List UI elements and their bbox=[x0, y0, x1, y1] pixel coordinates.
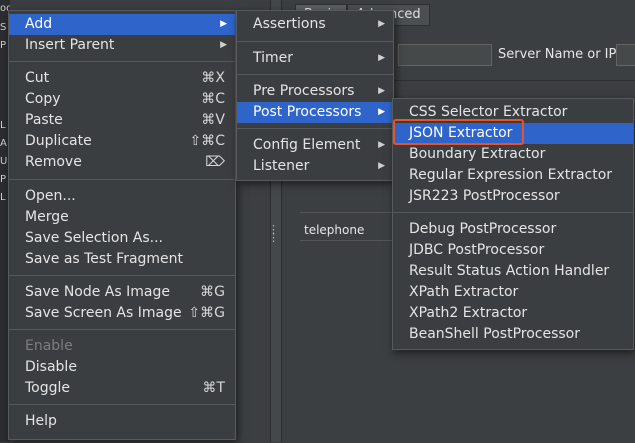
menu-item-boundary-extractor[interactable]: Boundary Extractor bbox=[393, 144, 633, 165]
menu-item-timer[interactable]: Timer ▶ bbox=[237, 48, 393, 69]
menu-item-label: Add bbox=[25, 16, 53, 32]
submenu-arrow-icon: ▶ bbox=[378, 53, 385, 63]
menu-item-debug-postprocessor[interactable]: Debug PostProcessor bbox=[393, 219, 633, 240]
menu-item-label: Remove bbox=[25, 154, 82, 170]
menu-item-copy[interactable]: Copy ⌘C bbox=[9, 89, 235, 110]
menu-item-label: Cut bbox=[25, 70, 50, 86]
menu-separator bbox=[9, 179, 235, 180]
menu-item-jdbc-postprocessor[interactable]: JDBC PostProcessor bbox=[393, 240, 633, 261]
menu-item-label: Pre Processors bbox=[253, 83, 355, 99]
menu-item-label: Result Status Action Handler bbox=[409, 263, 610, 279]
menu-item-label: JDBC PostProcessor bbox=[409, 242, 545, 258]
menu-item-label: Enable bbox=[25, 338, 73, 354]
menu-item-duplicate[interactable]: Duplicate ⇧⌘C bbox=[9, 131, 235, 152]
menu-item-label: Open... bbox=[25, 188, 76, 204]
server-name-field[interactable] bbox=[616, 44, 635, 66]
menu-item-regular-expression-extractor[interactable]: Regular Expression Extractor bbox=[393, 165, 633, 186]
context-menu: Add ▶ Insert Parent ▶ Cut ⌘X Copy ⌘C Pas… bbox=[8, 10, 236, 440]
submenu-arrow-icon: ▶ bbox=[378, 19, 385, 29]
menu-item-listener[interactable]: Listener ▶ bbox=[237, 156, 393, 177]
add-submenu: Assertions ▶ Timer ▶ Pre Processors ▶ Po… bbox=[236, 10, 394, 181]
menu-item-config-element[interactable]: Config Element ▶ bbox=[237, 135, 393, 156]
menu-separator bbox=[393, 212, 633, 213]
submenu-arrow-icon: ▶ bbox=[220, 19, 227, 29]
menu-separator bbox=[9, 61, 235, 62]
menu-item-label: Save Node As Image bbox=[25, 284, 170, 300]
menu-item-label: Toggle bbox=[25, 380, 71, 396]
server-name-label: Server Name or IP: bbox=[498, 47, 621, 62]
menu-item-toggle[interactable]: Toggle ⌘T bbox=[9, 378, 235, 399]
shortcut-label: ⌘C bbox=[201, 91, 225, 107]
shortcut-label: ⇧⌘G bbox=[188, 305, 225, 321]
submenu-arrow-icon: ▶ bbox=[378, 140, 385, 150]
menu-item-save-selection-as[interactable]: Save Selection As... bbox=[9, 228, 235, 249]
menu-item-result-status-action-handler[interactable]: Result Status Action Handler bbox=[393, 261, 633, 282]
menu-item-paste[interactable]: Paste ⌘V bbox=[9, 110, 235, 131]
menu-item-label: Regular Expression Extractor bbox=[409, 167, 613, 183]
shortcut-label: ⌘V bbox=[201, 112, 225, 128]
menu-item-assertions[interactable]: Assertions ▶ bbox=[237, 14, 393, 35]
divider-grip-icon[interactable]: ⋮ ⋮ bbox=[268, 224, 279, 243]
delete-key-icon: ⌦ bbox=[205, 154, 225, 170]
menu-item-label: CSS Selector Extractor bbox=[409, 104, 568, 120]
menu-item-label: XPath2 Extractor bbox=[409, 305, 528, 321]
menu-separator bbox=[237, 128, 393, 129]
menu-item-remove[interactable]: Remove ⌦ bbox=[9, 152, 235, 173]
menu-item-label: Boundary Extractor bbox=[409, 146, 546, 162]
menu-item-help[interactable]: Help bbox=[9, 411, 235, 432]
submenu-arrow-icon: ▶ bbox=[378, 161, 385, 171]
menu-item-insert-parent[interactable]: Insert Parent ▶ bbox=[9, 35, 235, 56]
protocol-field[interactable] bbox=[398, 44, 492, 66]
menu-item-label: Listener bbox=[253, 158, 310, 174]
menu-item-label: BeanShell PostProcessor bbox=[409, 326, 580, 342]
menu-item-label: Assertions bbox=[253, 16, 326, 32]
menu-item-label: Duplicate bbox=[25, 133, 92, 149]
menu-item-beanshell-postprocessor[interactable]: BeanShell PostProcessor bbox=[393, 324, 633, 345]
menu-item-add[interactable]: Add ▶ bbox=[9, 14, 235, 35]
submenu-arrow-icon: ▶ bbox=[220, 40, 227, 50]
menu-item-label: Merge bbox=[25, 209, 69, 225]
menu-item-merge[interactable]: Merge bbox=[9, 207, 235, 228]
shortcut-label: ⌘T bbox=[202, 380, 225, 396]
menu-separator bbox=[237, 74, 393, 75]
menu-item-save-screen-as-image[interactable]: Save Screen As Image ⇧⌘G bbox=[9, 303, 235, 324]
menu-item-label: Help bbox=[25, 413, 57, 429]
shortcut-label: ⌘X bbox=[201, 70, 225, 86]
menu-separator bbox=[9, 404, 235, 405]
menu-item-save-node-as-image[interactable]: Save Node As Image ⌘G bbox=[9, 282, 235, 303]
shortcut-label: ⇧⌘C bbox=[189, 133, 225, 149]
menu-item-label: Save Screen As Image bbox=[25, 305, 182, 321]
menu-item-xpath-extractor[interactable]: XPath Extractor bbox=[393, 282, 633, 303]
menu-item-xpath2-extractor[interactable]: XPath2 Extractor bbox=[393, 303, 633, 324]
menu-item-label: Timer bbox=[253, 50, 294, 66]
menu-item-label: Insert Parent bbox=[25, 37, 115, 53]
menu-separator bbox=[9, 275, 235, 276]
menu-item-disable[interactable]: Disable bbox=[9, 357, 235, 378]
menu-item-open[interactable]: Open... bbox=[9, 186, 235, 207]
menu-item-label: Copy bbox=[25, 91, 61, 107]
menu-item-save-as-test-fragment[interactable]: Save as Test Fragment bbox=[9, 249, 235, 270]
menu-item-label: Config Element bbox=[253, 137, 361, 153]
highlight-annotation-box bbox=[393, 119, 524, 145]
submenu-arrow-icon: ▶ bbox=[378, 107, 385, 117]
shortcut-label: ⌘G bbox=[200, 284, 225, 300]
menu-item-label: XPath Extractor bbox=[409, 284, 519, 300]
menu-separator bbox=[237, 41, 393, 42]
menu-item-label: Paste bbox=[25, 112, 63, 128]
menu-item-jsr223-postprocessor[interactable]: JSR223 PostProcessor bbox=[393, 186, 633, 207]
menu-item-label: Disable bbox=[25, 359, 77, 375]
menu-item-post-processors[interactable]: Post Processors ▶ bbox=[237, 102, 393, 123]
menu-item-label: Post Processors bbox=[253, 104, 362, 120]
menu-item-label: Debug PostProcessor bbox=[409, 221, 557, 237]
menu-item-enable: Enable bbox=[9, 336, 235, 357]
submenu-arrow-icon: ▶ bbox=[378, 86, 385, 96]
menu-separator bbox=[9, 329, 235, 330]
menu-item-label: Save as Test Fragment bbox=[25, 251, 184, 267]
menu-item-pre-processors[interactable]: Pre Processors ▶ bbox=[237, 81, 393, 102]
table-header-cell[interactable]: telephone bbox=[300, 220, 405, 241]
menu-item-cut[interactable]: Cut ⌘X bbox=[9, 68, 235, 89]
menu-item-label: JSR223 PostProcessor bbox=[409, 188, 560, 204]
menu-item-label: Save Selection As... bbox=[25, 230, 164, 246]
